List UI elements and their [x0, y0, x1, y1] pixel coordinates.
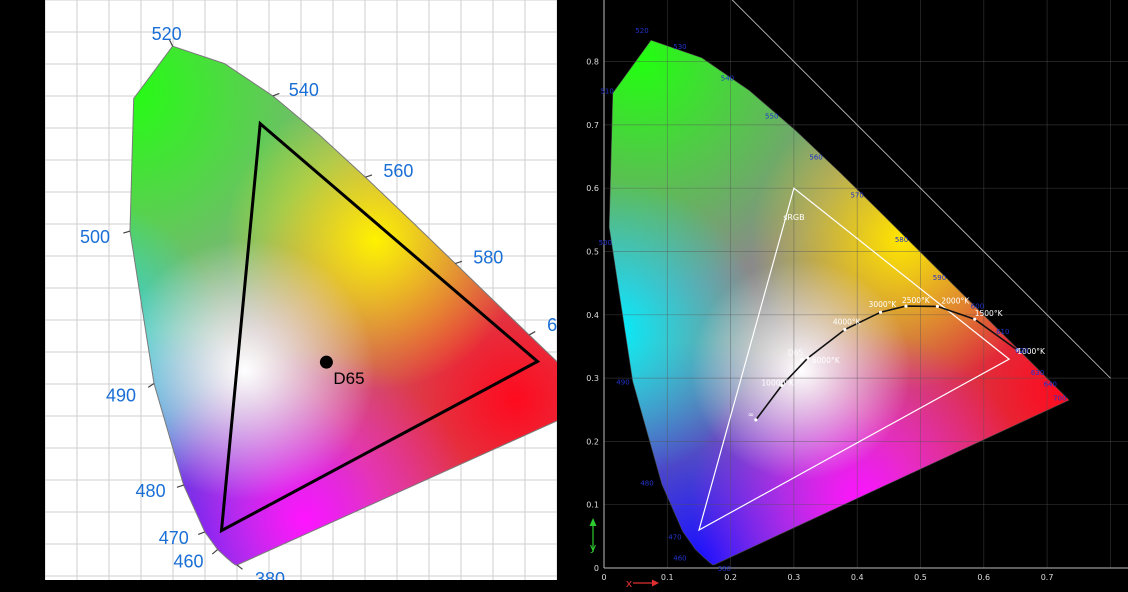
right-y-tick-label: 0.6 [586, 184, 599, 193]
right-wavelength-label: 580 [895, 236, 908, 244]
right-wavelength-label: 700 [1053, 394, 1066, 402]
left-wavelength-label: 380 [255, 569, 285, 580]
left-wavelength-label: 580 [473, 248, 503, 268]
right-d65-label: D65 [788, 349, 804, 358]
right-y-tick-label: 0.1 [586, 501, 599, 510]
right-x-tick-label: 0.7 [1041, 573, 1054, 582]
right-y-tick-label: 0.2 [586, 437, 599, 446]
right-cct-label: 10000°K [761, 379, 795, 388]
right-wavelength-label: 640 [1044, 380, 1057, 388]
right-cct-label: 3000°K [869, 300, 898, 309]
left-wavelength-tick [176, 484, 184, 488]
right-x-tick-label: 0 [601, 573, 606, 582]
right-wavelength-label: 480 [640, 480, 653, 488]
right-d65-point [800, 357, 804, 362]
right-planckian-point [935, 304, 940, 308]
left-wavelength-label: 520 [152, 24, 182, 44]
right-x-tick-label: 0.5 [914, 573, 927, 582]
right-x-tick-label: 0.1 [661, 573, 674, 582]
right-y-tick-label: 0.4 [586, 311, 599, 320]
right-x-tick-label: 0.3 [788, 573, 801, 582]
left-chromaticity-chart: 380460470480490500520540560580600620700D… [45, 0, 557, 580]
right-planckian-point [878, 310, 883, 314]
right-wavelength-label: 460 [673, 554, 686, 562]
left-wavelength-label: 600 [547, 315, 557, 335]
right-wavelength-label: 620 [1015, 347, 1028, 355]
right-wavelength-label: 380 [718, 565, 731, 573]
left-wavelength-label: 490 [106, 385, 136, 405]
right-wavelength-label: 540 [721, 75, 734, 83]
right-cct-label: 1500°K [975, 309, 1004, 318]
right-wavelength-label: 630 [1031, 369, 1044, 377]
right-y-tick-label: 0.5 [586, 248, 599, 257]
right-cct-label: ∞ [748, 410, 754, 419]
left-wavelength-label: 500 [80, 227, 110, 247]
left-wavelength-label: 460 [174, 552, 204, 572]
right-x-tick-label: 0.6 [977, 573, 990, 582]
right-wavelength-label: 520 [635, 27, 648, 35]
right-planckian-point [754, 418, 758, 422]
right-wavelength-label: 470 [668, 534, 681, 542]
left-wavelength-tick [123, 230, 131, 234]
right-planckian-point [806, 356, 810, 360]
right-wavelength-label: 570 [851, 192, 864, 200]
right-x-arrowhead [652, 579, 659, 587]
right-wavelength-label: 500 [599, 239, 612, 247]
right-wavelength-label: 610 [996, 328, 1009, 336]
right-chromaticity-chart: 0 0.1 0.2 0.3 0.4 0.5 0.6 0.7 0 0.1 0.2 0.3 0.4 0.5 0.… [571, 0, 1128, 592]
right-grid: 0 0.1 0.2 0.3 0.4 0.5 0.6 0.7 0 0.1 0.2 0.3 0.4 0.5 0.… [586, 0, 1128, 582]
left-wavelength-label: 560 [383, 161, 413, 181]
left-wavelength-tick [528, 331, 536, 336]
right-color-fill [609, 40, 1070, 565]
right-y-axis-label: y [590, 541, 597, 554]
right-wavelength-label: 590 [933, 274, 946, 282]
right-wavelength-label: 510 [600, 87, 613, 95]
left-chart-svg: 380460470480490500520540560580600620700D… [45, 0, 557, 580]
left-wavelength-tick [365, 174, 373, 178]
left-wavelength-tick [211, 549, 218, 555]
left-wavelength-label: 540 [289, 80, 319, 100]
right-cct-label: 4000°K [833, 317, 862, 326]
left-wavelength-label: 470 [159, 528, 189, 548]
right-wavelength-label: 530 [673, 43, 686, 51]
right-srgb-label: sRGB [783, 213, 804, 222]
left-d65-label: D65 [333, 369, 364, 388]
right-y-tick-label: 0.8 [586, 58, 599, 67]
right-x-tick-label: 0.4 [851, 573, 864, 582]
left-wavelength-tick [197, 531, 205, 535]
right-wavelength-label: 490 [616, 378, 629, 386]
left-wavelength-label: 480 [136, 481, 166, 501]
right-wavelength-label: 600 [971, 302, 984, 310]
right-planckian-point [843, 327, 847, 332]
right-y-tick-label: 0.7 [586, 121, 599, 130]
right-wavelength-label: 550 [765, 113, 778, 121]
left-d65-point [319, 355, 333, 369]
right-y-arrowhead [589, 518, 597, 526]
right-x-axis-label: x [626, 577, 633, 590]
right-y-tick-label: 0 [594, 564, 599, 573]
right-wavelength-label: 560 [809, 154, 822, 162]
right-cct-label: 6000°K [812, 356, 841, 365]
right-x-tick-label: 0.2 [724, 573, 737, 582]
right-y-tick-label: 0.3 [586, 374, 599, 383]
right-chart-svg: 0 0.1 0.2 0.3 0.4 0.5 0.6 0.7 0 0.1 0.2 0.3 0.4 0.5 0.… [586, 0, 1128, 590]
left-wavelength-tick [236, 564, 243, 570]
right-cct-label: 2000°K [941, 296, 970, 305]
right-cct-label: 2500°K [902, 296, 931, 305]
